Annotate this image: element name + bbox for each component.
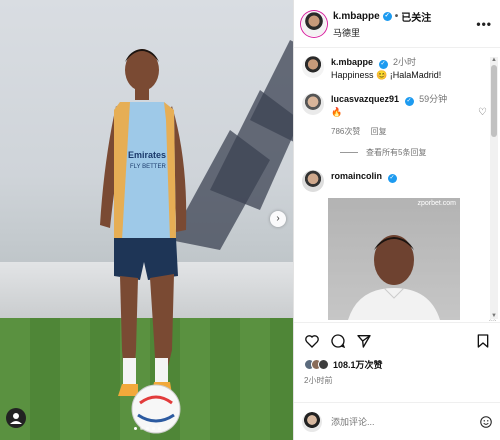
caption: k.mbappe ✓ 2小时 Happiness 😊 ¡HalaMadrid!: [302, 56, 491, 81]
instagram-post: Emirates FLY BETTER › k.mbappe ✓ • 已关注 马…: [0, 0, 500, 440]
following-button[interactable]: 已关注: [401, 9, 431, 24]
svg-text:FLY BETTER: FLY BETTER: [130, 164, 166, 170]
current-user-avatar: [302, 411, 322, 432]
separator: •: [394, 10, 399, 22]
comment-icon[interactable]: [330, 333, 346, 349]
comments-list[interactable]: k.mbappe ✓ 2小时 Happiness 😊 ¡HalaMadrid! …: [294, 49, 500, 321]
post-photo[interactable]: Emirates FLY BETTER ›: [0, 0, 293, 440]
post-header: k.mbappe ✓ • 已关注 马德里 •••: [294, 0, 500, 48]
verified-badge-icon: ✓: [378, 60, 388, 69]
comment-username[interactable]: lucasvazquez91: [331, 94, 399, 104]
scrollbar-thumb[interactable]: [491, 65, 497, 137]
bookmark-icon[interactable]: [475, 333, 491, 349]
scroll-down-arrow-icon[interactable]: ▼: [490, 313, 498, 319]
comment-like-heart-icon[interactable]: ♡: [478, 107, 487, 118]
verified-badge-icon: ✓: [404, 97, 414, 106]
person-tag-icon[interactable]: [6, 408, 26, 428]
caption-time[interactable]: 2小时: [393, 57, 416, 67]
verified-badge-icon: ✓: [387, 174, 397, 183]
comment-time[interactable]: 59分钟: [419, 94, 447, 104]
action-bar: 108.1万次赞 2小时前: [294, 322, 500, 386]
commenter-avatar[interactable]: [302, 170, 324, 192]
scroll-up-arrow-icon[interactable]: ▲: [490, 57, 498, 63]
gif-image: [328, 198, 460, 320]
verified-badge-icon: ✓: [382, 11, 392, 21]
caption-username[interactable]: k.mbappe: [331, 57, 373, 67]
chevron-right-icon[interactable]: ›: [270, 211, 286, 227]
add-comment-bar: [294, 402, 500, 440]
post-timestamp[interactable]: 2小时前: [304, 375, 491, 386]
player-figure: Emirates FLY BETTER: [100, 49, 187, 396]
post-side-panel: k.mbappe ✓ • 已关注 马德里 ••• k.mbappe ✓ 2小时: [293, 0, 500, 440]
carousel-dots: [134, 427, 161, 430]
more-horizontal-icon[interactable]: •••: [476, 17, 492, 31]
comment-text: 🔥: [331, 107, 343, 117]
caption-avatar[interactable]: [302, 56, 324, 78]
emoji-icon[interactable]: [479, 415, 493, 429]
comment-item: lucasvazquez91 ✓ 59分钟 🔥 786次赞 回复 ♡: [302, 93, 491, 138]
send-icon[interactable]: [356, 333, 372, 349]
comments-scrollbar[interactable]: ▲ ▼: [490, 57, 498, 319]
comment-item: romaincolin ✓: [302, 170, 491, 192]
comment-gif[interactable]: zporbet.com: [328, 198, 460, 320]
gif-watermark: zporbet.com: [417, 200, 456, 207]
reply-button[interactable]: 回复: [371, 127, 387, 136]
comment-username[interactable]: romaincolin: [331, 171, 382, 181]
commenter-avatar[interactable]: [302, 93, 324, 115]
likes-count[interactable]: 108.1万次赞: [333, 358, 383, 371]
svg-text:Emirates: Emirates: [128, 150, 166, 160]
comment-like-heart-icon[interactable]: ♡: [488, 319, 497, 321]
caption-text: Happiness 😊 ¡HalaMadrid!: [331, 70, 442, 80]
view-replies-button[interactable]: 查看所有5条回复: [340, 147, 491, 158]
likes-summary[interactable]: 108.1万次赞: [304, 358, 491, 371]
author-username[interactable]: k.mbappe: [333, 11, 380, 22]
author-avatar[interactable]: [302, 11, 326, 36]
post-location[interactable]: 马德里: [333, 26, 476, 39]
add-comment-input[interactable]: [331, 416, 479, 427]
comment-likes[interactable]: 786次赞: [331, 127, 360, 136]
heart-icon[interactable]: [304, 333, 320, 349]
liker-avatar: [318, 359, 329, 370]
